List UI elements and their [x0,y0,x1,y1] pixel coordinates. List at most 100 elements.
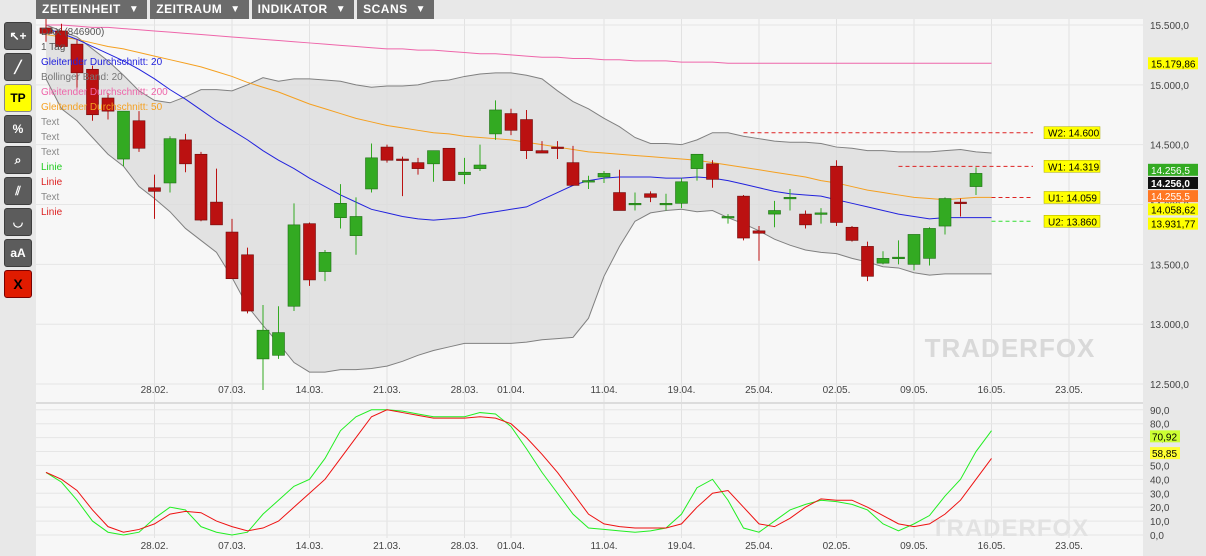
candle-body [628,203,642,206]
curve-tool-icon: ◡ [12,215,24,229]
level-label: W2: 14.600 [1048,129,1100,140]
candle-body [876,258,890,264]
candle-body [783,197,797,200]
legend-item: Linie [41,162,63,173]
candle-body [163,138,177,184]
candle-body [442,147,456,181]
parallel-lines-tool-button[interactable]: ⫽ [4,177,32,205]
candle-body [582,180,595,183]
price-tag-label: 14.256,5 [1151,166,1190,177]
osc-xtick-label: 01.04. [497,541,525,552]
pointer-add-tool-button[interactable]: ↖+ [4,22,32,50]
chart-canvas[interactable]: TRADERFOX TRADERFOX W2: 14.600 W1: 14.319 U1… [0,0,1206,556]
menu-bar: ZEITEINHEIT ▼ ZEITRAUM ▼ INDIKATOR ▼ SCANS ▼ [36,0,435,19]
candle-body [566,162,580,186]
candle-body [396,158,409,161]
candle-body [256,329,270,360]
candle-body [458,171,471,175]
candle-body [830,165,843,223]
candle-body [473,164,487,169]
candle-body [365,157,378,190]
parallel-lines-tool-icon: ⫽ [15,183,21,198]
price-tag-label: 14.256,0 [1151,179,1190,190]
percent-tool-icon: % [12,122,24,136]
candle-body [148,187,161,192]
main-xtick-label: 07.03. [218,385,246,396]
osc-ytick-label: 90,0 [1150,406,1170,417]
caret-down-icon: ▼ [335,4,347,15]
menu-indikator-button[interactable]: INDIKATOR ▼ [251,0,355,19]
osc-xtick-label: 02.05. [823,541,851,552]
candle-body [706,163,719,180]
candle-body [318,252,332,272]
candle-body [194,153,208,221]
osc-xtick-label: 21.03. [373,541,401,552]
price-tag-label: 14.058,62 [1151,205,1196,216]
main-ytick-label: 13.000,0 [1150,320,1189,331]
legend-item: DAX (846900) [41,27,104,38]
tp-tool-button[interactable]: TP [4,84,32,112]
delete-tool-button[interactable]: X [4,270,32,298]
main-xtick-label: 16.05. [978,385,1006,396]
osc-ytick-label: 80,0 [1150,420,1170,431]
candle-body [892,256,905,259]
legend-item: Bollinger Band: 20 [41,72,123,83]
legend-item: Gleitender Durchschnitt: 20 [41,57,163,68]
watermark-main: TRADERFOX [925,333,1096,363]
main-ytick-label: 14.500,0 [1150,141,1189,152]
candle-body [938,198,952,227]
main-ytick-label: 12.500,0 [1150,380,1189,391]
drawing-toolbar: ↖+ ╱ TP% ⌕ ⫽ ◡ aA X [4,22,34,301]
osc-xtick-label: 23.05. [1055,541,1083,552]
candle-body [845,226,859,241]
osc-xtick-label: 09.05. [900,541,928,552]
candle-body [427,150,440,165]
menu-zeitraum-button[interactable]: ZEITRAUM ▼ [150,0,249,19]
legend-item: Gleitender Durchschnitt: 50 [41,102,163,113]
main-xtick-label: 28.02. [141,385,169,396]
osc-ytick-label: 30,0 [1150,489,1170,500]
menu-zeiteinheit-button[interactable]: ZEITEINHEIT ▼ [36,0,148,19]
legend-item: Text [41,132,60,143]
text-size-tool-button[interactable]: aA [4,239,32,267]
osc-xtick-label: 19.04. [668,541,696,552]
candle-body [737,195,750,239]
osc-xtick-label: 28.03. [451,541,479,552]
text-size-tool-icon: aA [10,246,26,260]
candle-body [907,234,921,265]
main-xtick-label: 11.04. [590,385,617,396]
candle-body [644,193,657,198]
candle-body [954,201,967,204]
zoom-tool-button[interactable]: ⌕ [4,146,32,174]
candle-body [861,246,874,277]
legend-item: 1 Tag [41,42,65,53]
main-xtick-label: 14.03. [296,385,324,396]
curve-tool-button[interactable]: ◡ [4,208,32,236]
candle [303,222,316,286]
caret-down-icon: ▼ [128,4,140,15]
menu-zeiteinheit-label: ZEITEINHEIT [42,2,121,16]
candle-body [380,146,394,161]
candle-body [675,181,688,204]
candle [845,226,859,242]
candle-body [287,224,301,307]
candle-body [690,153,704,169]
osc-ytick-label: 40,0 [1150,475,1170,486]
legend-item: Linie [41,177,63,188]
osc-ytick-label: 10,0 [1150,517,1170,528]
candle-body [179,139,192,165]
candle-body [969,173,983,187]
candle-body [535,150,549,154]
legend-item: Linie [41,207,63,218]
tp-tool-icon: TP [10,91,26,105]
candle [117,110,130,167]
osc-xtick-label: 11.04. [590,541,617,552]
main-ytick-label: 13.500,0 [1150,260,1189,271]
line-tool-button[interactable]: ╱ [4,53,32,81]
osc-xtick-label: 25.04. [745,541,773,552]
menu-scans-button[interactable]: SCANS ▼ [357,0,435,19]
main-xtick-label: 28.03. [451,385,479,396]
percent-tool-button[interactable]: % [4,115,32,143]
candle-body [411,162,425,169]
candle-body [923,228,936,259]
